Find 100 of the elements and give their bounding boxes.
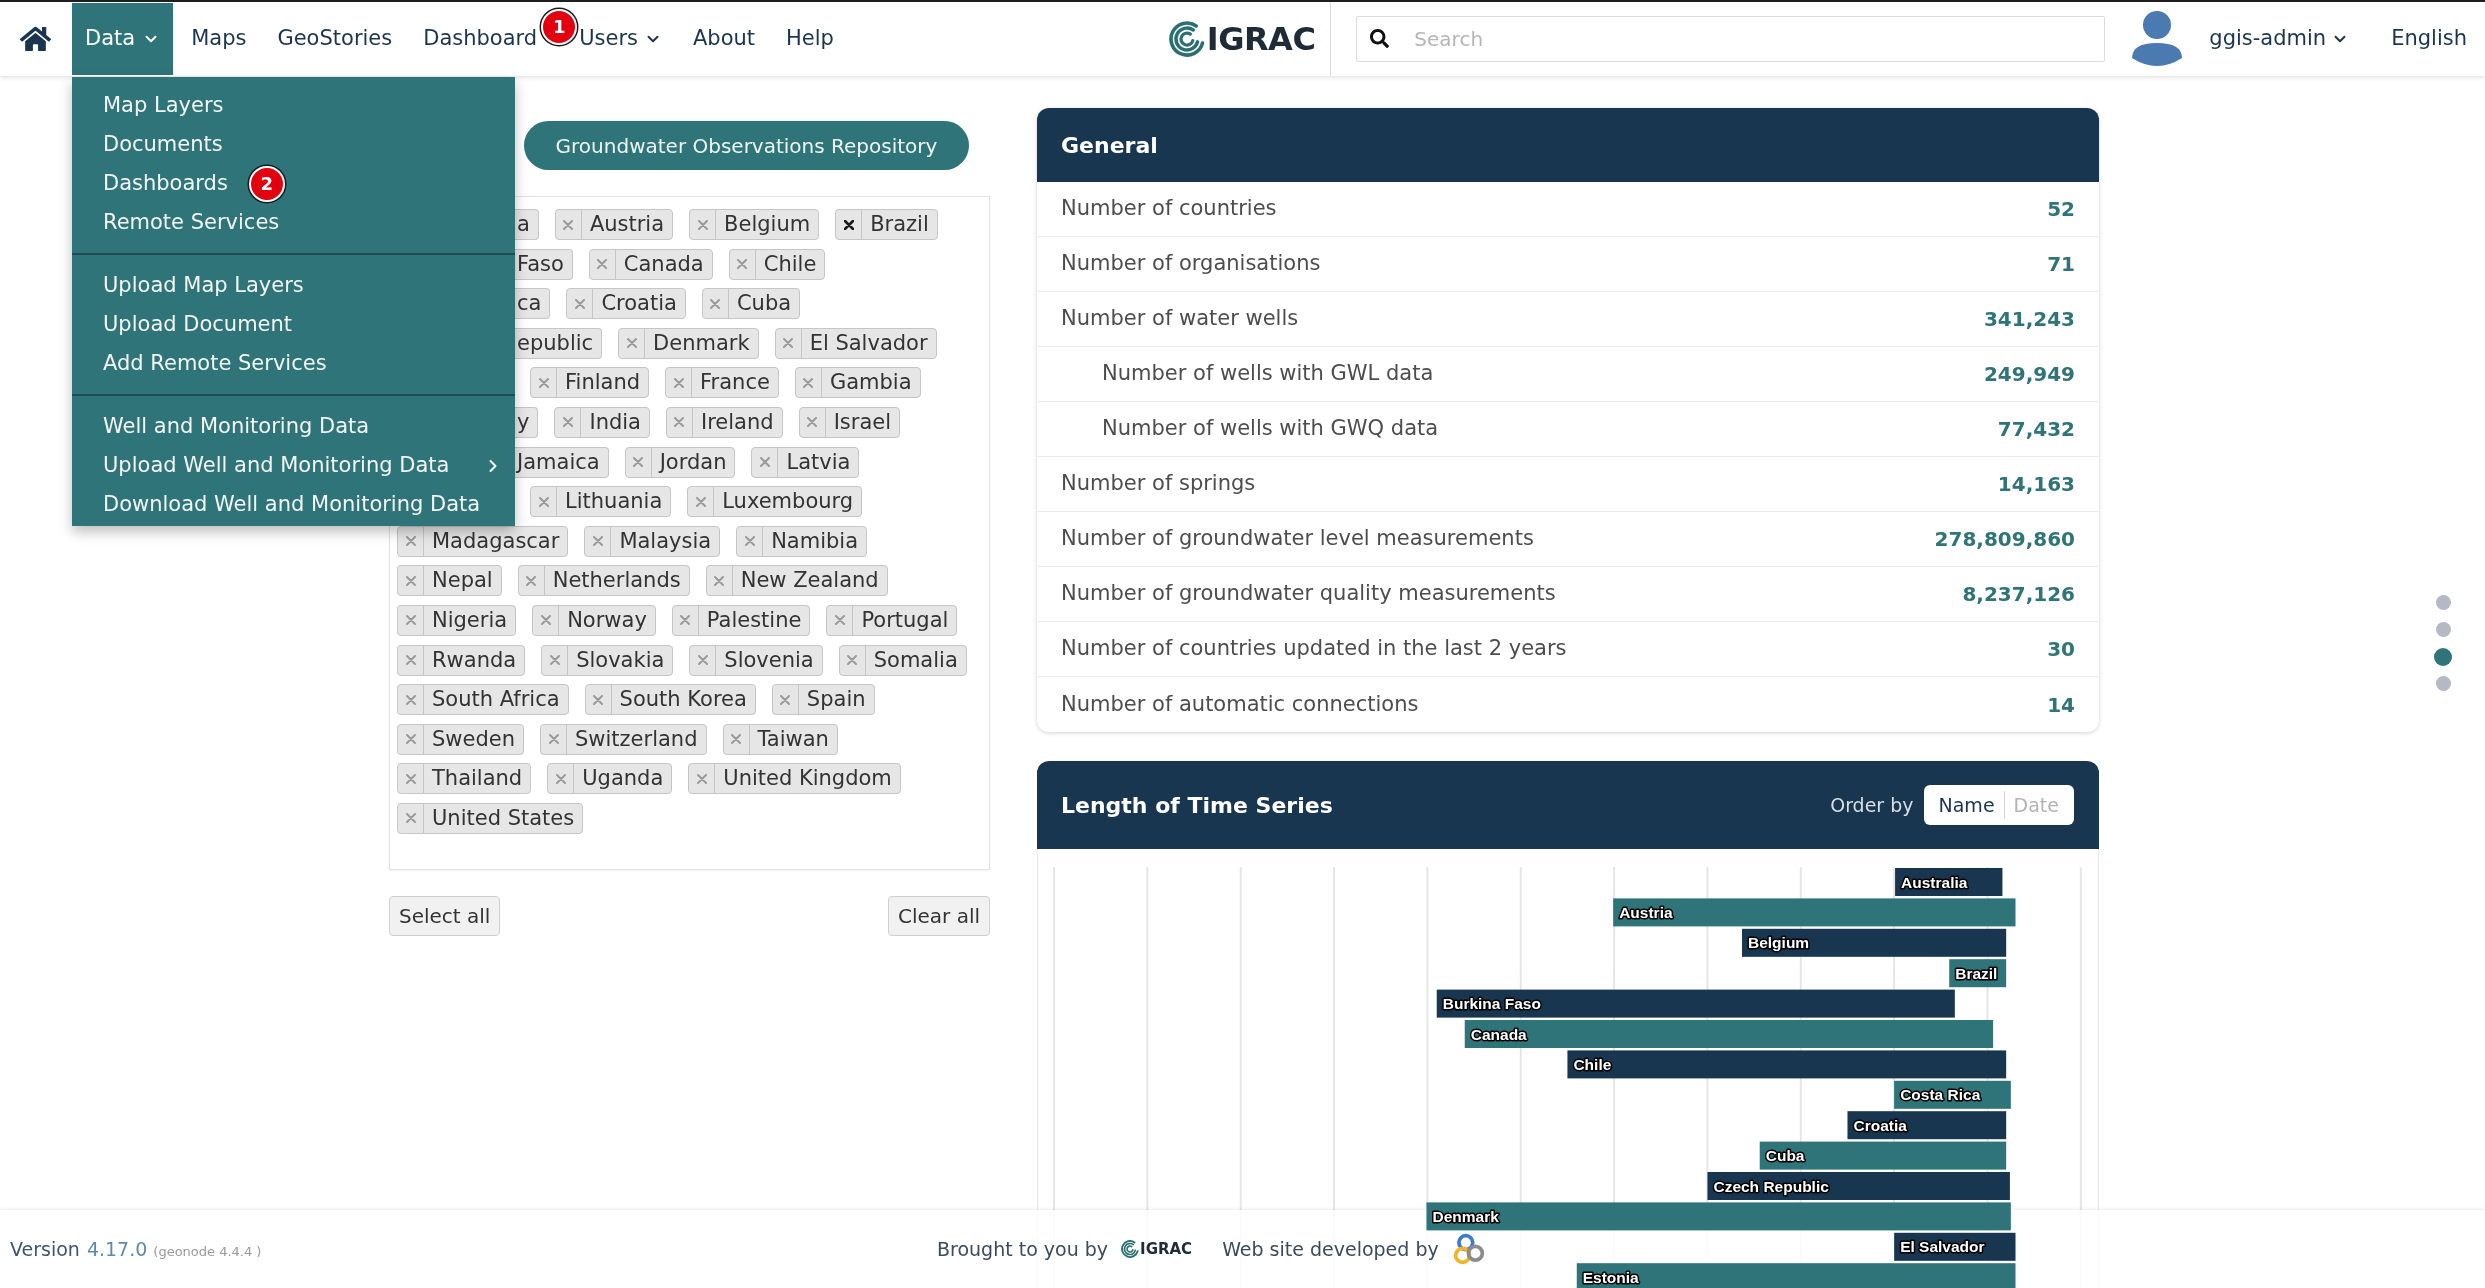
tag-label: South Korea [619,689,747,711]
bar-label: El Salvador [1900,1238,1985,1256]
nav-link[interactable]: GeoStories [277,23,393,55]
nav-link[interactable]: About [692,23,756,55]
avatar-icon[interactable] [2131,10,2184,68]
tag-label: Chile [763,253,817,275]
tag-label: Netherlands [552,570,681,592]
menu-item[interactable]: Download Well and Monitoring Data [103,488,481,521]
tag-label: Belgium [724,214,811,235]
home-icon[interactable] [20,24,51,54]
sort-option[interactable]: Name [1929,790,2004,820]
stat-label: Number of wells with GWL data [1101,360,1434,388]
tag-label: Somalia [873,649,958,671]
tag-label: Taiwan [757,728,829,750]
tag-label: United States [432,807,575,829]
user-menu-button[interactable]: ggis-admin [2209,23,2350,55]
stat-value: 14 [2047,691,2075,719]
clear-all-button[interactable]: Clear all [887,896,990,936]
tag-label: Spain [806,689,866,711]
tag-label: Finland [565,372,641,394]
tag-label: Portugal [861,609,949,631]
stat-label: Number of groundwater quality measurements [1060,580,1556,608]
tag-label: Palestine [706,609,802,631]
tag-label: Namibia [771,530,859,552]
menu-item[interactable]: Upload Well and Monitoring Data [103,449,503,482]
tag-label: Israel [833,411,892,433]
tag-label: Sweden [432,728,515,750]
card-title: Length of Time Series [1061,791,1333,820]
stat-label: Number of countries [1060,195,1277,223]
bar-label: Cuba [1765,1147,1805,1165]
tag-label: Luxembourg [722,491,854,513]
tag-label: Nepal [432,570,493,592]
tag-label: Malaysia [619,530,712,552]
tag-label: Austria [589,214,665,235]
credit-text: Web site developed by [1222,1236,1439,1262]
tag-label: Jamaica [517,451,600,473]
footer-logo[interactable]: IGRAC [1121,1238,1193,1260]
tag-label: y [517,411,530,433]
stat-label: Number of organisations [1060,250,1321,278]
stat-value: 341,243 [1983,306,2075,333]
stat-value: 77,432 [1997,416,2075,443]
tag-label: Rwanda [432,649,517,671]
tag-label: Lithuania [565,491,663,513]
step-marker: 2 [248,165,285,202]
stat-value: 71 [2047,251,2075,278]
card-title: General [1061,131,1158,160]
menu-item[interactable]: Well and Monitoring Data [103,410,370,443]
tag-label: South Africa [432,689,560,711]
tag-label: ca [517,293,542,315]
nav-link[interactable]: Help [786,23,834,55]
tag-label: France [700,372,770,394]
stat-value: 249,949 [1983,361,2075,388]
interlocked-rings-icon[interactable] [1452,1233,1485,1265]
bar-label: Costa Rica [1900,1086,1981,1104]
menu-item[interactable]: Dashboards [103,167,228,200]
bar-label: Burkina Faso [1442,995,1541,1013]
menu-item[interactable]: Documents [103,128,223,161]
menu-item[interactable]: Remote Services [103,206,280,239]
tag-label: Faso [517,253,564,275]
tag-label: India [589,411,641,433]
nav-link[interactable]: Maps [191,23,247,55]
tag-label: Jordan [659,451,727,473]
nav-link[interactable]: Dashboard [423,23,538,55]
menu-item[interactable]: Add Remote Services [103,347,327,380]
menu-item[interactable]: Upload Document [103,308,293,341]
tag-label: Croatia [601,293,677,315]
order-by-label: Order by [1830,792,1914,818]
stat-label: Number of wells with GWQ data [1101,415,1439,443]
bar-label: Denmark [1432,1207,1499,1225]
bar-label: Estonia [1582,1268,1639,1286]
tag-label: Slovenia [724,649,814,671]
tag-label: United Kingdom [723,768,892,790]
nav-dropdown-button[interactable]: Data [72,3,174,75]
site-logo[interactable]: IGRAC [1168,17,1316,61]
close-icon[interactable] [843,219,854,230]
tag-label: Cuba [736,293,792,315]
tag-label: Thailand [432,768,523,790]
stat-label: Number of automatic connections [1060,690,1419,718]
tag-label: Canada [623,253,704,275]
version-link[interactable]: 4.17.0 [86,1234,148,1264]
stat-label: Number of groundwater level measurements [1060,525,1534,553]
tag-label: New Zealand [740,570,879,592]
tag-label: Nigeria [432,609,508,631]
swirl-logo-icon [1121,1238,1140,1260]
tag-label: Ireland [701,411,774,433]
stat-value: 278,809,860 [1934,526,2075,553]
tag-label: Gambia [829,372,912,394]
tag-label: Slovakia [576,649,665,671]
tag-label: Uganda [582,768,664,790]
select-all-button[interactable]: Select all [389,896,501,936]
language-button[interactable]: English [2391,23,2467,55]
tag-label: Norway [567,609,647,631]
menu-item[interactable]: Upload Map Layers [103,269,304,302]
menu-item[interactable]: Map Layers [103,89,224,122]
search-field[interactable]: Search [1356,16,2106,62]
geonode-version: (geonode 4.4.4 ) [153,1242,262,1261]
bar-label: Canada [1470,1025,1527,1043]
repository-button[interactable]: Groundwater Observations Repository [524,121,969,170]
nav-dropdown-button[interactable]: Users [579,23,662,55]
search-icon [1370,29,1390,48]
